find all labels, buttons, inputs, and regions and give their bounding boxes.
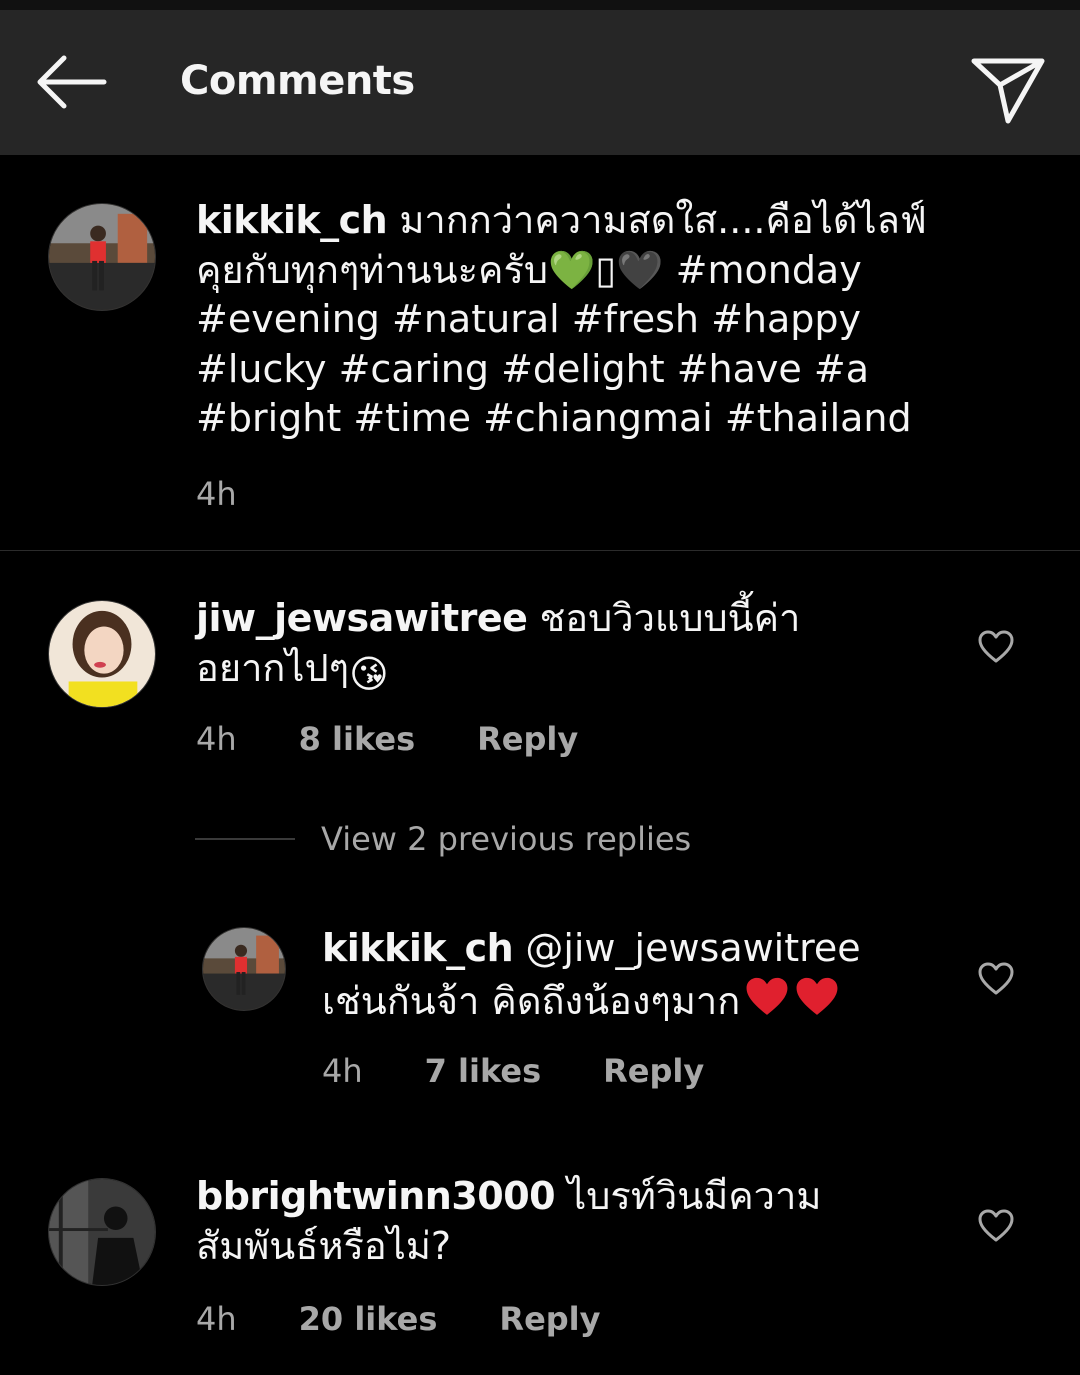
- reply-body: เช่นกันจ้า คิดถึงน้องๆมาก: [322, 978, 741, 1023]
- heart-icon: [978, 1209, 1014, 1242]
- caption-meta: 4h: [196, 475, 237, 513]
- back-button[interactable]: [30, 50, 110, 114]
- avatar[interactable]: [202, 927, 286, 1011]
- avatar[interactable]: [48, 1178, 156, 1286]
- reply-mention[interactable]: @jiw_jewsawitree: [525, 926, 860, 970]
- caption-username[interactable]: kikkik_ch: [196, 198, 388, 242]
- replies-line: [195, 838, 295, 840]
- like-button[interactable]: [974, 1204, 1018, 1248]
- avatar[interactable]: [48, 600, 156, 708]
- view-previous-replies[interactable]: View 2 previous replies: [195, 820, 691, 858]
- view-replies-label: View 2 previous replies: [321, 820, 692, 858]
- post-caption: kikkik_ch มากกว่าความสดใส....คือได้ไลฟ์ค…: [0, 155, 1080, 551]
- comment-username[interactable]: jiw_jewsawitree: [196, 596, 528, 640]
- like-button[interactable]: [974, 957, 1018, 1001]
- red-heart-emoji: [746, 977, 788, 1015]
- page-title: Comments: [180, 58, 415, 104]
- like-button[interactable]: [974, 625, 1018, 669]
- reply-username[interactable]: kikkik_ch: [322, 926, 514, 970]
- share-button[interactable]: [966, 48, 1050, 132]
- comment-meta: 4h 8 likes Reply: [196, 720, 578, 758]
- caption-time: 4h: [196, 475, 237, 513]
- arrow-left-icon: [37, 55, 107, 109]
- top-bar: Comments: [0, 0, 1080, 155]
- reply-time: 4h: [322, 1052, 363, 1090]
- reply-button[interactable]: Reply: [477, 720, 578, 758]
- comment-text: bbrightwinn3000 ไบรท์วินมีความสัมพันธ์หร…: [196, 1172, 936, 1271]
- comment-time: 4h: [196, 1300, 237, 1338]
- reply-text: kikkik_ch @jiw_jewsawitree เช่นกันจ้า คิ…: [322, 924, 932, 1026]
- reply-button[interactable]: Reply: [499, 1300, 600, 1338]
- avatar-photo: [49, 204, 155, 310]
- likes-count[interactable]: 7 likes: [425, 1052, 542, 1090]
- heart-icon: [978, 630, 1014, 663]
- avatar-photo: [203, 928, 285, 1010]
- caption-text: kikkik_ch มากกว่าความสดใส....คือได้ไลฟ์ค…: [196, 196, 966, 444]
- red-heart-emoji: [796, 977, 838, 1015]
- comment-username[interactable]: bbrightwinn3000: [196, 1174, 556, 1218]
- avatar[interactable]: [48, 203, 156, 311]
- avatar-photo: [49, 1179, 155, 1285]
- likes-count[interactable]: 20 likes: [299, 1300, 438, 1338]
- likes-count[interactable]: 8 likes: [299, 720, 416, 758]
- heart-icon: [978, 962, 1014, 995]
- kiss-emoji: 😘: [349, 651, 389, 696]
- divider: [0, 550, 1080, 551]
- paper-plane-icon: [971, 58, 1045, 124]
- comment-meta: 4h 20 likes Reply: [196, 1300, 601, 1338]
- reply-button[interactable]: Reply: [603, 1052, 704, 1090]
- comment-time: 4h: [196, 720, 237, 758]
- reply-meta: 4h 7 likes Reply: [322, 1052, 704, 1090]
- comment-text: jiw_jewsawitree ชอบวิวแบบนี้ค่า อยากไปๆ😘: [196, 594, 896, 699]
- avatar-photo: [49, 601, 155, 707]
- caption-emoji: 💚▯🖤: [547, 247, 664, 292]
